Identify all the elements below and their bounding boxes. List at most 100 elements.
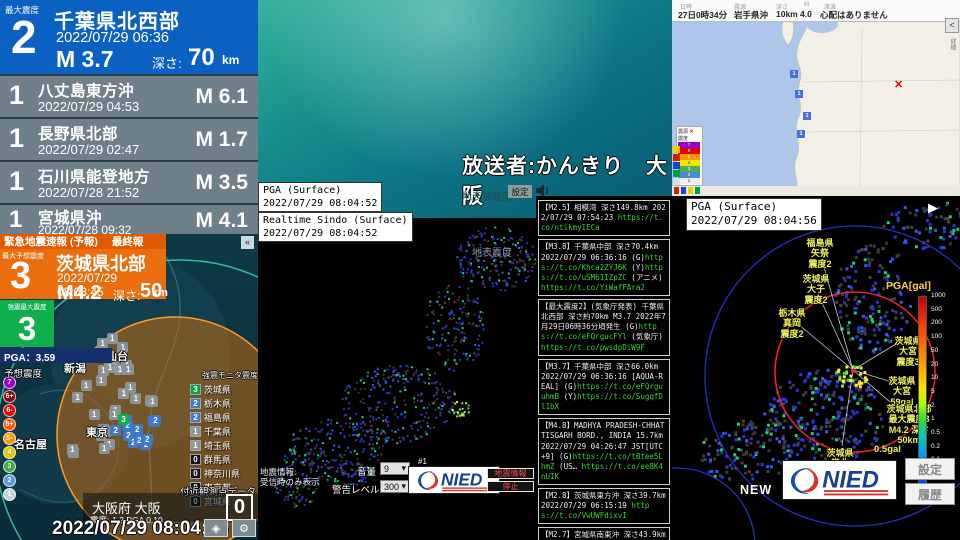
legend-intensity-chip: 4 [678, 160, 700, 166]
monitor-level: 2 [190, 398, 201, 409]
intensity-reading: 1 [98, 443, 110, 455]
minimap-col-value: 心配はありません [820, 10, 888, 20]
settings-button[interactable]: 設定 [905, 458, 955, 480]
feed-entry[interactable]: 【M2.7】宮城県南東沖 深さ43.9km 2022/07/29 06:11:5… [538, 527, 670, 540]
minimap-caption-bar [672, 186, 960, 196]
warn-level-select[interactable]: 300 ▾ [380, 480, 410, 493]
monitor-pref: 埼玉県 [204, 441, 232, 451]
magnitude: M 3.7 [56, 46, 114, 72]
gal-note: 0.5gal [874, 444, 901, 455]
monitor-level: 1 [190, 426, 201, 437]
center-map-panel[interactable]: 地表震度 地震情報: 受信時のみ表示 音量 9 ▾ 警告レベル 300 ▾ #1 N… [258, 218, 536, 540]
monitor-title: 強震モニタ震度 [202, 371, 258, 380]
feed-entry[interactable]: 【M2.5】相模湾 深さ149.8km 2022/07/29 07:54:23 … [538, 200, 670, 237]
quake-history-row[interactable]: 1 石川県能登地方 2022/07/28 21:52 M 3.5 [0, 160, 258, 203]
svg-text:NIED: NIED [822, 468, 879, 494]
clock: 2022/07/29 08:04:56 [52, 518, 229, 539]
legend-intensity-chip: 5 [678, 154, 700, 160]
pga-tick-label: 200 [931, 319, 942, 327]
region-name: 石川県能登地方 [38, 169, 151, 186]
magnitude: M 4.1 [195, 209, 248, 232]
quake-history-row[interactable]: 1 八丈島東方沖 2022/07/29 04:53 M 6.1 [0, 74, 258, 117]
feed-entry[interactable]: 【M2.8】茨城県東方沖 深さ39.7km 2022/07/29 06:15:1… [538, 488, 670, 525]
quake-history-row[interactable]: 1 長野県北部 2022/07/29 02:47 M 1.7 [0, 117, 258, 160]
volume-select[interactable]: 9 ▾ [380, 462, 410, 475]
legend-intensity-chip: 1 [678, 178, 700, 184]
history-button[interactable]: 履歴 [905, 483, 955, 505]
nied-logo: NIED [782, 460, 897, 500]
quake-history-row[interactable]: 1 宮城県沖 2022/07/28 09:32 M 4.1 [0, 203, 258, 237]
legend-intensity-chip: 3 [678, 166, 700, 172]
pga-tick-label: 100 [931, 333, 942, 341]
quake-minimap[interactable]: 日時 震源 深さ M 津波 27日0時34分 岩手県沖 10km 4.0 心配はありません 震源 … [672, 0, 960, 196]
earthquake-stream-screen: 放送者:かんきり 大阪 日時 震源 深さ M 津波 27日0時34分 岩手県沖 10km 4.0… [0, 0, 960, 540]
quake-time: 2022/07/29 06:36 [56, 30, 169, 46]
station-intensity-box: 0 [226, 494, 253, 521]
surface-accel-label: 地表加速度 [462, 192, 512, 203]
kyoshin-max-card: 強震最大震度 3 [0, 300, 54, 347]
feed-entry[interactable]: 【M3.7】千葉県中部 深さ66.0km 2022/07/29 06:36:16… [538, 358, 670, 416]
intensity-reading: 2 [110, 424, 122, 436]
feed-link[interactable]: https://t.co/YiWafFAra2 [541, 283, 645, 292]
intensity-scale-badge: 3 [3, 460, 16, 473]
intensity-scale-badge: 5- [3, 432, 16, 445]
right-map-header: PGA (Surface) 2022/07/29 08:04:56 [686, 198, 822, 231]
pga-tick-label: 10 [931, 374, 939, 382]
legend-intensity-chip: 7 [678, 142, 700, 148]
gear-icon[interactable]: ⚙ [232, 519, 256, 537]
right-map-panel[interactable]: 福島県 矢祭 震度2 茨城県 大子 震度2 栃木県 真岡 震度2 茨城県 大宮 震度3… [672, 196, 960, 540]
feed-entry[interactable]: 【最大震度2】(気象庁発表) 千葉県北西部 深さ約70km M3.7 2022年… [538, 299, 670, 356]
intensity-reading: 1 [95, 374, 107, 386]
epicenter-x-icon: ✕ [689, 129, 694, 135]
pga-tick-label: 50 [931, 346, 939, 354]
intensity-point: 1 [797, 130, 805, 138]
intensity-reading: 1 [124, 381, 136, 393]
kyoshin-intensity: 3 [17, 310, 37, 347]
minimap-detail-label[interactable]: 詳細 [948, 38, 957, 50]
minimap-col-label: M [804, 2, 809, 8]
panel-collapse-chip[interactable]: « [241, 236, 254, 249]
svg-text:NIED: NIED [441, 470, 483, 490]
feed-link[interactable]: https://t.co/pwsdpDiW9F [541, 343, 645, 352]
monitor-pref: 群馬県 [204, 455, 232, 465]
target-icon[interactable]: ◈ [204, 519, 228, 537]
minimap-col-value: 10km [776, 9, 798, 19]
pga-tick-label: 2 [931, 401, 935, 409]
intensity-reading: 1 [106, 332, 118, 344]
feed-list[interactable]: 【M2.5】相模湾 深さ149.8km 2022/07/29 07:54:23 … [536, 196, 672, 540]
new-badge: NEW [740, 483, 773, 497]
eew-detail-card[interactable]: 最大予想震度 3 茨城県北部 2022/07/29 08:03:45 M4.2 … [0, 249, 168, 304]
stop-button[interactable]: 停止 [487, 481, 534, 492]
legend-intensity-chip: 6 [678, 148, 700, 154]
intensity-value: 1 [9, 123, 25, 153]
intensity-scale-badge: 6- [3, 404, 16, 417]
magnitude: M 1.7 [195, 128, 248, 151]
feed-entry[interactable]: 【M4.8】MADHYA PRADESH-CHHATTISGARH BORD.,… [538, 418, 670, 485]
monitor-level: 0 [190, 454, 201, 465]
monitor-pref: 千葉県 [204, 427, 232, 437]
depth-unit: km [152, 287, 168, 299]
play-icon[interactable]: ▶ [928, 200, 938, 216]
feed-entry[interactable]: 【M3.8】千葉県中部 深さ70.4km 2022/07/29 06:36:16… [538, 239, 670, 296]
eew-magnitude: M4.2 [57, 282, 102, 304]
quake-time: 2022/07/29 04:53 [38, 99, 140, 114]
intensity-reading: 2 [133, 435, 145, 447]
map-settings-chip[interactable]: 設定 [508, 185, 532, 198]
map-callout: 福島県 矢祭 震度2 [806, 238, 834, 269]
quake-time: 2022/07/29 02:47 [38, 142, 140, 157]
warn-level-label: 警告レベル [332, 485, 380, 496]
latest-quake-card[interactable]: 最大震度 2 千葉県北西部 2022/07/29 06:36 M 3.7 深さ:… [0, 0, 258, 74]
minimap-collapse-handle[interactable]: < [945, 18, 959, 33]
monitor-row: 2 福島県 [190, 411, 258, 424]
magnitude: M 3.5 [195, 171, 248, 194]
intensity-scale-badge: 4 [3, 446, 16, 459]
realtime-sindo-header: Realtime Sindo (Surface) 2022/07/29 08:04… [258, 212, 413, 242]
magnitude: M 6.1 [195, 85, 248, 108]
quake-info-note-2: 受信時のみ表示 [260, 477, 320, 487]
intensity-reading: 1 [80, 379, 92, 391]
pga-surface-header: PGA (Surface) 2022/07/29 08:04:52 [258, 182, 383, 212]
quake-info-button[interactable]: 地震情報 [487, 468, 534, 479]
minimap-land [781, 11, 960, 188]
monitor-level: 1 [190, 440, 201, 451]
map-callout: 茨城県 大宮 59gal [888, 376, 916, 407]
